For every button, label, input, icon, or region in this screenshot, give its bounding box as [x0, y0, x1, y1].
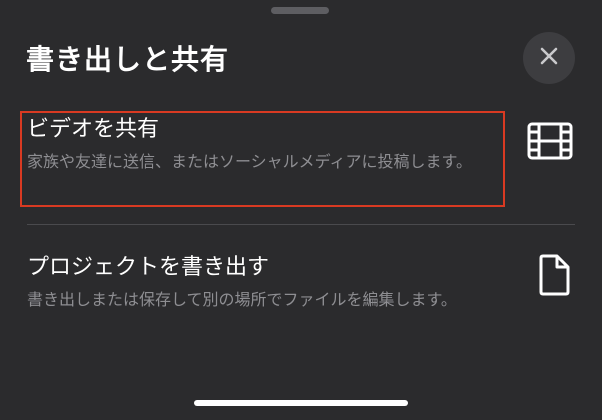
- close-icon: [539, 46, 559, 70]
- home-indicator[interactable]: [194, 400, 408, 406]
- film-icon: [527, 122, 573, 164]
- close-button[interactable]: [523, 32, 575, 84]
- document-icon: [537, 254, 571, 300]
- export-project-option[interactable]: プロジェクトを書き出す 書き出しまたは保存して別の場所でファイルを編集します。: [0, 252, 602, 348]
- export-project-title: プロジェクトを書き出す: [27, 255, 270, 280]
- highlight-box: [20, 111, 505, 207]
- divider: [27, 224, 575, 225]
- sheet-grabber[interactable]: [271, 7, 329, 14]
- sheet-title: 書き出しと共有: [26, 43, 230, 76]
- export-project-description: 書き出しまたは保存して別の場所でファイルを編集します。: [27, 290, 457, 309]
